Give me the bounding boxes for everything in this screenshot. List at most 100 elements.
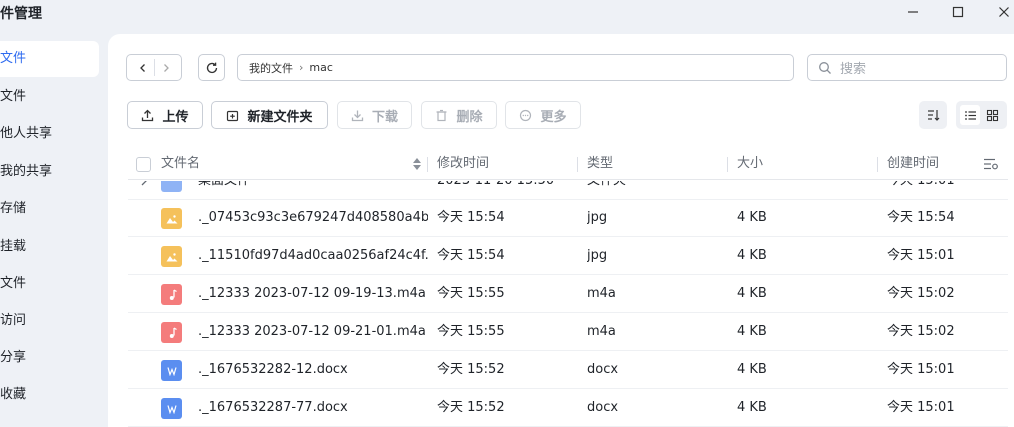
file-name: 桌面文件 (198, 181, 428, 200)
grid-icon (987, 109, 999, 121)
view-toggle (956, 101, 1007, 129)
modified-time: 今天 15:54 (437, 210, 505, 225)
breadcrumb-current[interactable]: mac (309, 61, 333, 74)
file-size: 4 KB (737, 400, 767, 415)
column-header-name[interactable]: 文件名 (161, 148, 200, 180)
refresh-icon (206, 62, 217, 73)
modified-time: 今天 15:52 (437, 362, 505, 377)
modified-time: 今天 15:55 (437, 286, 505, 301)
modified-time: 今天 15:52 (437, 400, 505, 415)
word-file-icon (161, 360, 182, 381)
download-button[interactable]: 下载 (337, 101, 412, 129)
close-icon[interactable] (994, 3, 1014, 21)
more-icon (519, 109, 532, 122)
more-button[interactable]: 更多 (505, 101, 581, 129)
file-type: jpg (587, 210, 608, 225)
file-name: ._12333 2023-07-12 09-19-13.m4a (198, 286, 426, 301)
column-settings-icon[interactable] (983, 156, 999, 176)
sidebar-item-share[interactable]: 分享 (0, 340, 99, 376)
new-folder-icon (226, 109, 239, 122)
modified-time: 今天 15:55 (437, 324, 505, 339)
file-name: ._07453c93c3e679247d408580a4b... (198, 210, 428, 225)
column-header-modified[interactable]: 修改时间 (437, 148, 489, 180)
modified-time: 今天 15:54 (437, 248, 505, 263)
sidebar-item-files-2[interactable]: 文件 (0, 266, 99, 302)
file-size: 4 KB (737, 210, 767, 225)
maximize-icon[interactable] (948, 3, 968, 21)
back-button[interactable] (138, 63, 148, 73)
grid-view-button[interactable] (983, 105, 1003, 125)
file-size: - (737, 181, 877, 200)
table-row[interactable]: ._07453c93c3e679247d408580a4b... 今天 15:5… (128, 199, 1008, 237)
refresh-button[interactable] (198, 54, 225, 81)
column-divider[interactable] (577, 157, 578, 172)
created-time: 今天 15:01 (887, 181, 1007, 200)
file-name: ._12333 2023-07-12 09-21-01.m4a (198, 324, 426, 339)
file-name: ._1676532282-12.docx (198, 362, 348, 377)
delete-button[interactable]: 删除 (421, 101, 497, 129)
file-type: jpg (587, 248, 608, 263)
sidebar-item-favorites[interactable]: 收藏 (0, 377, 99, 413)
sort-button[interactable] (919, 101, 947, 129)
title-bar: 件管理 (0, 0, 1014, 26)
table-row[interactable]: ._11510fd97d4ad0caa0256af24c4f... 今天 15:… (128, 237, 1008, 275)
sidebar-item-storage[interactable]: 存储 (0, 191, 99, 227)
audio-file-icon (161, 322, 182, 343)
upload-icon (141, 109, 154, 122)
file-name: ._11510fd97d4ad0caa0256af24c4f... (198, 248, 428, 263)
new-folder-button[interactable]: 新建文件夹 (211, 101, 328, 129)
table-row[interactable]: 桌面文件 2023-11-20 15:50 文件夹 - 今天 15:01 (128, 181, 1008, 200)
modified-time: 2023-11-20 15:50 (437, 181, 577, 200)
sidebar-item-shared-with-me[interactable]: 他人共享 (0, 116, 99, 152)
minimize-icon[interactable] (903, 3, 923, 21)
table-header: 文件名 修改时间 类型 大小 创建时间 (128, 148, 1008, 180)
file-type: docx (587, 362, 619, 377)
upload-button[interactable]: 上传 (127, 101, 203, 129)
column-divider[interactable] (877, 157, 878, 172)
history-nav (126, 54, 182, 81)
chevron-left-icon (139, 63, 145, 72)
expand-arrow-icon[interactable] (140, 181, 148, 190)
created-time: 今天 15:02 (887, 324, 955, 339)
sidebar-item-my-files[interactable]: 文件 (0, 41, 99, 77)
file-size: 4 KB (737, 248, 767, 263)
column-header-created[interactable]: 创建时间 (887, 148, 939, 180)
file-type: m4a (587, 324, 616, 339)
file-list: 桌面文件 2023-11-20 15:50 文件夹 - 今天 15:01 ._0… (128, 181, 1008, 427)
sort-icon (928, 110, 940, 121)
image-file-icon (161, 208, 182, 229)
select-all-checkbox[interactable] (136, 157, 151, 172)
file-type: docx (587, 400, 619, 415)
app-title: 件管理 (0, 6, 42, 22)
sidebar-item-files[interactable]: 文件 (0, 79, 99, 115)
search-input[interactable]: 搜索 (807, 54, 1007, 81)
table-row[interactable]: ._1676532287-77.docx 今天 15:52 docx 4 KB … (128, 389, 1008, 427)
audio-file-icon (161, 284, 182, 305)
sort-arrows-icon[interactable] (412, 157, 422, 175)
table-row[interactable]: ._12333 2023-07-12 09-19-13.m4a 今天 15:55… (128, 275, 1008, 313)
file-size: 4 KB (737, 286, 767, 301)
forward-button[interactable] (161, 63, 171, 73)
created-time: 今天 15:01 (887, 362, 955, 377)
created-time: 今天 15:01 (887, 400, 955, 415)
column-divider[interactable] (427, 157, 428, 172)
column-divider[interactable] (727, 157, 728, 172)
download-icon (351, 109, 364, 122)
breadcrumb-separator-icon: › (299, 61, 304, 74)
breadcrumb-root[interactable]: 我的文件 (249, 60, 293, 76)
image-file-icon (161, 246, 182, 267)
sidebar-item-mount[interactable]: 挂载 (0, 229, 99, 265)
file-size: 4 KB (737, 324, 767, 339)
table-row[interactable]: ._12333 2023-07-12 09-21-01.m4a 今天 15:55… (128, 313, 1008, 351)
column-header-size[interactable]: 大小 (737, 148, 763, 180)
list-view-button[interactable] (960, 105, 981, 125)
created-time: 今天 15:54 (887, 210, 955, 225)
sidebar-item-my-shares[interactable]: 我的共享 (0, 154, 99, 190)
created-time: 今天 15:02 (887, 286, 955, 301)
table-row[interactable]: ._1676532282-12.docx 今天 15:52 docx 4 KB … (128, 351, 1008, 389)
sidebar-item-access[interactable]: 访问 (0, 303, 99, 339)
list-icon (964, 110, 976, 120)
chevron-right-icon (163, 63, 169, 72)
breadcrumb: 我的文件 › mac (237, 54, 794, 81)
column-header-type[interactable]: 类型 (587, 148, 613, 180)
